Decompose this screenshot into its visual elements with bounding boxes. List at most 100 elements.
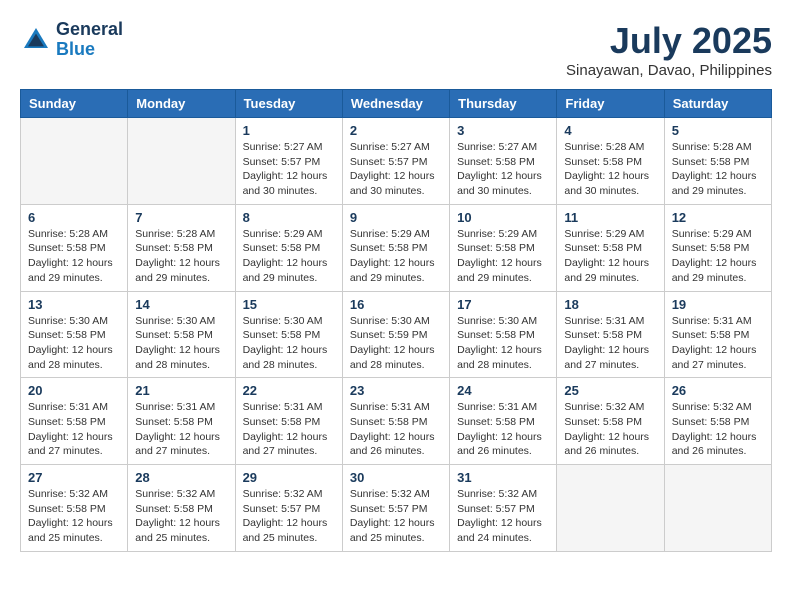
day-number: 3 bbox=[457, 123, 549, 138]
day-number: 22 bbox=[243, 383, 335, 398]
day-number: 18 bbox=[564, 297, 656, 312]
calendar-week-row: 1 Sunrise: 5:27 AM Sunset: 5:57 PM Daylig… bbox=[21, 118, 772, 205]
weekday-header: Friday bbox=[557, 90, 664, 118]
day-info: Sunrise: 5:31 AM Sunset: 5:58 PM Dayligh… bbox=[243, 400, 335, 459]
day-info: Sunrise: 5:30 AM Sunset: 5:58 PM Dayligh… bbox=[243, 314, 335, 373]
day-number: 8 bbox=[243, 210, 335, 225]
day-info: Sunrise: 5:29 AM Sunset: 5:58 PM Dayligh… bbox=[350, 227, 442, 286]
day-number: 21 bbox=[135, 383, 227, 398]
day-info: Sunrise: 5:31 AM Sunset: 5:58 PM Dayligh… bbox=[457, 400, 549, 459]
day-number: 26 bbox=[672, 383, 764, 398]
calendar-cell: 17Sunrise: 5:30 AM Sunset: 5:58 PM Dayli… bbox=[450, 291, 557, 378]
day-info: Sunrise: 5:30 AM Sunset: 5:58 PM Dayligh… bbox=[135, 314, 227, 373]
calendar-cell: 18 Sunrise: 5:31 AM Sunset: 5:58 PM Dayli… bbox=[557, 291, 664, 378]
calendar-cell: 7 Sunrise: 5:28 AM Sunset: 5:58 PM Daylig… bbox=[128, 204, 235, 291]
weekday-header: Sunday bbox=[21, 90, 128, 118]
day-info: Sunrise: 5:32 AM Sunset: 5:58 PM Dayligh… bbox=[28, 487, 120, 546]
calendar-cell: 30 Sunrise: 5:32 AM Sunset: 5:57 PM Dayli… bbox=[342, 465, 449, 552]
day-number: 24 bbox=[457, 383, 549, 398]
day-number: 7 bbox=[135, 210, 227, 225]
day-info: Sunrise: 5:31 AM Sunset: 5:58 PM Dayligh… bbox=[28, 400, 120, 459]
calendar-cell: 14 Sunrise: 5:30 AM Sunset: 5:58 PM Dayli… bbox=[128, 291, 235, 378]
weekday-header: Thursday bbox=[450, 90, 557, 118]
day-info: Sunrise: 5:32 AM Sunset: 5:58 PM Dayligh… bbox=[564, 400, 656, 459]
calendar-cell: 31 Sunrise: 5:32 AM Sunset: 5:57 PM Dayli… bbox=[450, 465, 557, 552]
calendar-cell: 21 Sunrise: 5:31 AM Sunset: 5:58 PM Dayli… bbox=[128, 378, 235, 465]
logo: General Blue bbox=[20, 20, 123, 60]
day-number: 6 bbox=[28, 210, 120, 225]
location-subtitle: Sinayawan, Davao, Philippines bbox=[566, 62, 772, 79]
calendar-cell: 13Sunrise: 5:30 AM Sunset: 5:58 PM Dayli… bbox=[21, 291, 128, 378]
day-number: 4 bbox=[564, 123, 656, 138]
weekday-header: Monday bbox=[128, 90, 235, 118]
day-number: 23 bbox=[350, 383, 442, 398]
calendar-cell: 4 Sunrise: 5:28 AM Sunset: 5:58 PM Daylig… bbox=[557, 118, 664, 205]
day-info: Sunrise: 5:27 AM Sunset: 5:57 PM Dayligh… bbox=[243, 140, 335, 199]
day-info: Sunrise: 5:28 AM Sunset: 5:58 PM Dayligh… bbox=[135, 227, 227, 286]
calendar-cell: 2 Sunrise: 5:27 AM Sunset: 5:57 PM Daylig… bbox=[342, 118, 449, 205]
calendar-cell: 3 Sunrise: 5:27 AM Sunset: 5:58 PM Daylig… bbox=[450, 118, 557, 205]
day-info: Sunrise: 5:31 AM Sunset: 5:58 PM Dayligh… bbox=[672, 314, 764, 373]
calendar-cell bbox=[557, 465, 664, 552]
day-info: Sunrise: 5:27 AM Sunset: 5:58 PM Dayligh… bbox=[457, 140, 549, 199]
day-info: Sunrise: 5:31 AM Sunset: 5:58 PM Dayligh… bbox=[135, 400, 227, 459]
day-info: Sunrise: 5:29 AM Sunset: 5:58 PM Dayligh… bbox=[457, 227, 549, 286]
day-number: 31 bbox=[457, 470, 549, 485]
calendar-cell bbox=[664, 465, 771, 552]
day-number: 1 bbox=[243, 123, 335, 138]
day-info: Sunrise: 5:32 AM Sunset: 5:58 PM Dayligh… bbox=[135, 487, 227, 546]
calendar-table: SundayMondayTuesdayWednesdayThursdayFrid… bbox=[20, 89, 772, 552]
day-number: 5 bbox=[672, 123, 764, 138]
calendar-week-row: 27Sunrise: 5:32 AM Sunset: 5:58 PM Dayli… bbox=[21, 465, 772, 552]
calendar-cell: 26 Sunrise: 5:32 AM Sunset: 5:58 PM Dayli… bbox=[664, 378, 771, 465]
day-number: 29 bbox=[243, 470, 335, 485]
day-info: Sunrise: 5:30 AM Sunset: 5:58 PM Dayligh… bbox=[457, 314, 549, 373]
weekday-header-row: SundayMondayTuesdayWednesdayThursdayFrid… bbox=[21, 90, 772, 118]
day-number: 30 bbox=[350, 470, 442, 485]
day-info: Sunrise: 5:31 AM Sunset: 5:58 PM Dayligh… bbox=[564, 314, 656, 373]
day-info: Sunrise: 5:30 AM Sunset: 5:59 PM Dayligh… bbox=[350, 314, 442, 373]
day-info: Sunrise: 5:32 AM Sunset: 5:57 PM Dayligh… bbox=[350, 487, 442, 546]
day-info: Sunrise: 5:32 AM Sunset: 5:57 PM Dayligh… bbox=[457, 487, 549, 546]
logo-icon bbox=[20, 24, 52, 56]
calendar-week-row: 20Sunrise: 5:31 AM Sunset: 5:58 PM Dayli… bbox=[21, 378, 772, 465]
day-number: 9 bbox=[350, 210, 442, 225]
logo-text: General Blue bbox=[56, 20, 123, 60]
calendar-cell: 9 Sunrise: 5:29 AM Sunset: 5:58 PM Daylig… bbox=[342, 204, 449, 291]
day-info: Sunrise: 5:29 AM Sunset: 5:58 PM Dayligh… bbox=[672, 227, 764, 286]
calendar-week-row: 13Sunrise: 5:30 AM Sunset: 5:58 PM Dayli… bbox=[21, 291, 772, 378]
day-info: Sunrise: 5:29 AM Sunset: 5:58 PM Dayligh… bbox=[564, 227, 656, 286]
weekday-header: Tuesday bbox=[235, 90, 342, 118]
calendar-cell: 27Sunrise: 5:32 AM Sunset: 5:58 PM Dayli… bbox=[21, 465, 128, 552]
day-info: Sunrise: 5:28 AM Sunset: 5:58 PM Dayligh… bbox=[672, 140, 764, 199]
day-info: Sunrise: 5:30 AM Sunset: 5:58 PM Dayligh… bbox=[28, 314, 120, 373]
calendar-cell: 6 Sunrise: 5:28 AM Sunset: 5:58 PM Daylig… bbox=[21, 204, 128, 291]
calendar-cell: 15Sunrise: 5:30 AM Sunset: 5:58 PM Dayli… bbox=[235, 291, 342, 378]
day-number: 11 bbox=[564, 210, 656, 225]
calendar-cell: 29 Sunrise: 5:32 AM Sunset: 5:57 PM Dayli… bbox=[235, 465, 342, 552]
day-number: 28 bbox=[135, 470, 227, 485]
weekday-header: Saturday bbox=[664, 90, 771, 118]
day-info: Sunrise: 5:28 AM Sunset: 5:58 PM Dayligh… bbox=[564, 140, 656, 199]
calendar-cell: 23 Sunrise: 5:31 AM Sunset: 5:58 PM Dayli… bbox=[342, 378, 449, 465]
calendar-cell: 1 Sunrise: 5:27 AM Sunset: 5:57 PM Daylig… bbox=[235, 118, 342, 205]
day-info: Sunrise: 5:28 AM Sunset: 5:58 PM Dayligh… bbox=[28, 227, 120, 286]
day-number: 25 bbox=[564, 383, 656, 398]
day-info: Sunrise: 5:32 AM Sunset: 5:57 PM Dayligh… bbox=[243, 487, 335, 546]
logo-line1: General bbox=[56, 20, 123, 40]
calendar-cell: 28 Sunrise: 5:32 AM Sunset: 5:58 PM Dayli… bbox=[128, 465, 235, 552]
day-info: Sunrise: 5:29 AM Sunset: 5:58 PM Dayligh… bbox=[243, 227, 335, 286]
day-info: Sunrise: 5:27 AM Sunset: 5:57 PM Dayligh… bbox=[350, 140, 442, 199]
calendar-cell: 8 Sunrise: 5:29 AM Sunset: 5:58 PM Daylig… bbox=[235, 204, 342, 291]
day-number: 14 bbox=[135, 297, 227, 312]
day-info: Sunrise: 5:31 AM Sunset: 5:58 PM Dayligh… bbox=[350, 400, 442, 459]
page-header: General Blue July 2025 Sinayawan, Davao,… bbox=[20, 20, 772, 79]
day-info: Sunrise: 5:32 AM Sunset: 5:58 PM Dayligh… bbox=[672, 400, 764, 459]
title-block: July 2025 Sinayawan, Davao, Philippines bbox=[566, 20, 772, 79]
day-number: 2 bbox=[350, 123, 442, 138]
day-number: 10 bbox=[457, 210, 549, 225]
calendar-cell: 22 Sunrise: 5:31 AM Sunset: 5:58 PM Dayli… bbox=[235, 378, 342, 465]
calendar-cell: 5 Sunrise: 5:28 AM Sunset: 5:58 PM Daylig… bbox=[664, 118, 771, 205]
calendar-cell: 10 Sunrise: 5:29 AM Sunset: 5:58 PM Dayli… bbox=[450, 204, 557, 291]
calendar-cell: 25 Sunrise: 5:32 AM Sunset: 5:58 PM Dayli… bbox=[557, 378, 664, 465]
